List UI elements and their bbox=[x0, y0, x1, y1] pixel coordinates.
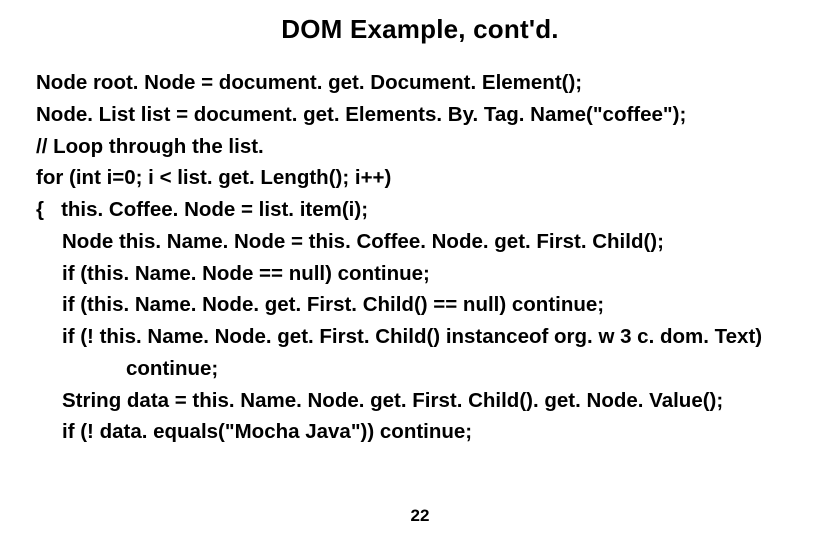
code-block: Node root. Node = document. get. Documen… bbox=[36, 67, 804, 448]
code-line: // Loop through the list. bbox=[36, 131, 804, 163]
code-line: { this. Coffee. Node = list. item(i); bbox=[36, 194, 804, 226]
code-line: if (this. Name. Node == null) continue; bbox=[36, 258, 804, 290]
page-number: 22 bbox=[0, 506, 840, 526]
code-line: for (int i=0; i < list. get. Length(); i… bbox=[36, 162, 804, 194]
code-line: if (! data. equals("Mocha Java")) contin… bbox=[36, 416, 804, 448]
code-line: continue; bbox=[36, 353, 804, 385]
slide-title: DOM Example, cont'd. bbox=[36, 14, 804, 45]
code-line: Node. List list = document. get. Element… bbox=[36, 99, 804, 131]
code-line: if (! this. Name. Node. get. First. Chil… bbox=[36, 321, 804, 353]
code-line: String data = this. Name. Node. get. Fir… bbox=[36, 385, 804, 417]
code-line: Node this. Name. Node = this. Coffee. No… bbox=[36, 226, 804, 258]
code-line: if (this. Name. Node. get. First. Child(… bbox=[36, 289, 804, 321]
code-line: Node root. Node = document. get. Documen… bbox=[36, 67, 804, 99]
